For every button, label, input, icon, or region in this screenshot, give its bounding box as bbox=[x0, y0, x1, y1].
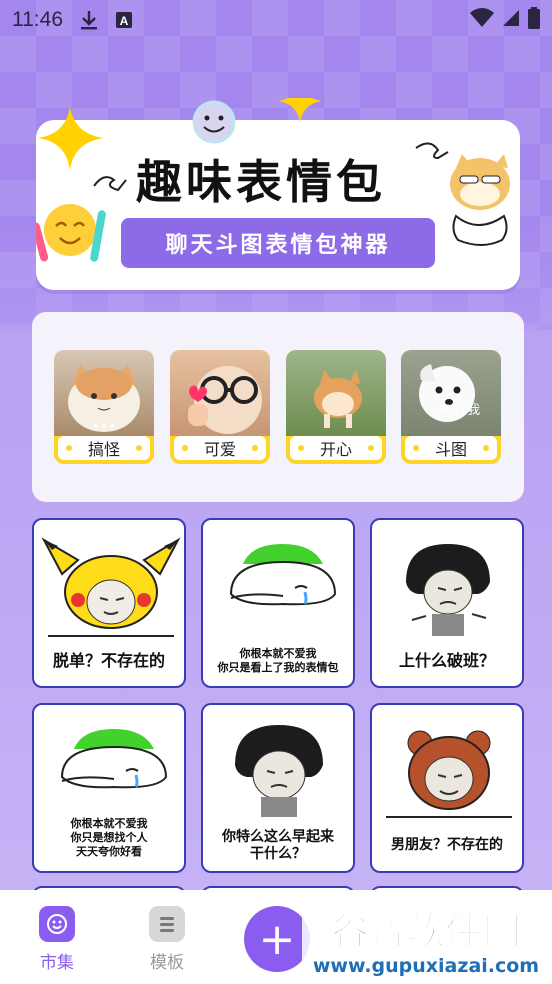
svg-text:来 打我: 来 打我 bbox=[437, 403, 480, 418]
category-label: 搞怪 bbox=[58, 436, 150, 460]
meme-caption: 脱单？不存在的 bbox=[52, 651, 165, 670]
svg-text:谷普软件园: 谷普软件园 bbox=[331, 909, 521, 953]
status-time: 11:46 bbox=[12, 8, 63, 31]
svg-text:A: A bbox=[120, 14, 129, 28]
smiley-icon bbox=[39, 906, 75, 942]
cat-glasses-icon bbox=[170, 350, 270, 436]
tab-templates[interactable]: 模板 bbox=[137, 906, 197, 973]
bear-hat-meme-icon bbox=[386, 730, 512, 818]
meme-card-bear[interactable]: 男朋友？不存在的 bbox=[370, 703, 524, 873]
category-funny[interactable]: 搞怪 bbox=[54, 350, 154, 464]
app-notification-icon: A bbox=[115, 11, 133, 29]
meme-caption: 你特么这么早起来 干什么？ bbox=[222, 828, 334, 863]
meme-caption: 你根本就不爱我 你只是想找个人 天天夸你好看 bbox=[70, 817, 148, 858]
bob-haircut-meme-icon bbox=[235, 725, 323, 817]
bob-haircut-meme-icon bbox=[406, 544, 490, 636]
corgi-icon bbox=[286, 350, 386, 436]
meme-card-green-hat[interactable]: 你根本就不爱我 你只是看上了我的表情包 bbox=[201, 518, 355, 688]
meme-caption: 男朋友？不存在的 bbox=[391, 837, 503, 854]
meme-card-green-hat-2[interactable]: 你根本就不爱我 你只是想找个人 天天夸你好看 bbox=[32, 703, 186, 873]
tab-market-label: 市集 bbox=[40, 953, 74, 973]
meme-card-pikachu[interactable]: 脱单？不存在的 bbox=[32, 518, 186, 688]
green-hat-meme-icon bbox=[60, 729, 168, 789]
category-cute[interactable]: 可爱 bbox=[170, 350, 270, 464]
category-happy[interactable]: 开心 bbox=[286, 350, 386, 464]
list-icon bbox=[149, 906, 185, 942]
dog-icon: 来 打我 bbox=[401, 350, 501, 436]
banner-subtitle: 聊天斗图表情包神器 bbox=[121, 218, 435, 268]
category-fight[interactable]: 来 打我 斗图 bbox=[401, 350, 501, 464]
add-button[interactable]: + bbox=[244, 906, 310, 972]
signal-icon bbox=[502, 8, 520, 32]
category-label: 斗图 bbox=[405, 436, 497, 460]
tab-market[interactable]: 市集 bbox=[27, 906, 87, 973]
svg-text:www.gupuxiazai.com: www.gupuxiazai.com bbox=[313, 955, 539, 977]
status-bar: 11:46 A bbox=[0, 0, 552, 40]
category-label: 开心 bbox=[290, 436, 382, 460]
watermark-logo: 谷普软件园 www.gupuxiazai.com bbox=[302, 900, 550, 980]
meme-caption: 上什么破班？ bbox=[398, 651, 495, 670]
cat-icon bbox=[54, 350, 154, 436]
meme-card-bob-2[interactable]: 你特么这么早起来 干什么？ bbox=[201, 703, 355, 873]
download-icon bbox=[79, 9, 99, 31]
battery-icon bbox=[528, 6, 540, 34]
pikachu-hat-meme-icon bbox=[41, 537, 181, 637]
tab-templates-label: 模板 bbox=[150, 953, 184, 973]
wifi-icon bbox=[470, 7, 494, 33]
meme-caption: 你根本就不爱我 你只是看上了我的表情包 bbox=[217, 647, 339, 674]
banner-title: 趣味表情包 bbox=[136, 155, 386, 209]
green-hat-meme-icon bbox=[229, 544, 337, 606]
meme-card-bob[interactable]: 上什么破班？ bbox=[370, 518, 524, 688]
category-label: 可爱 bbox=[174, 436, 266, 460]
